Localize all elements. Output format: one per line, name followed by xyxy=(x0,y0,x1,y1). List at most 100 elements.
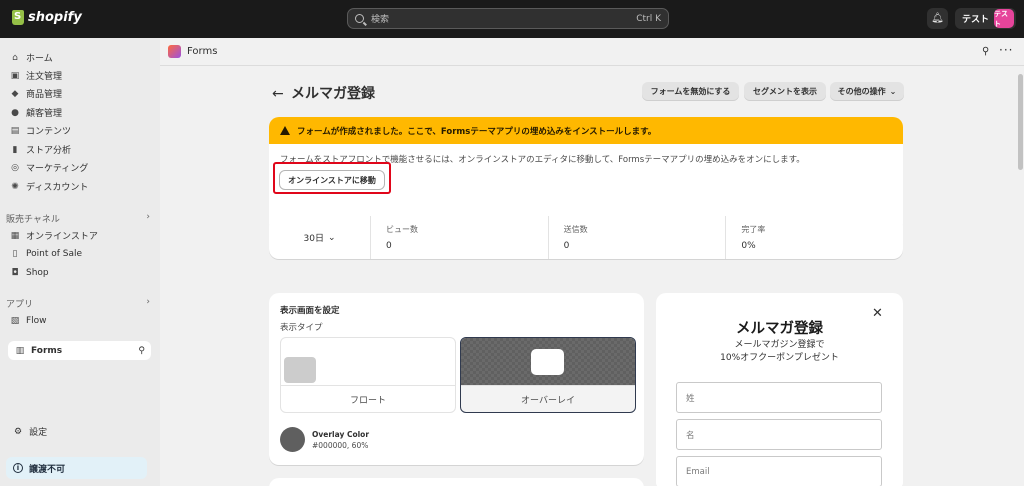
shopify-bag-icon xyxy=(12,10,24,25)
back-arrow-icon[interactable]: ← xyxy=(272,86,284,102)
more-actions-label: その他の操作 xyxy=(837,87,886,96)
option-float[interactable]: フロート xyxy=(280,337,456,413)
stat-views: ビュー数 0 xyxy=(371,216,549,259)
info-icon: i xyxy=(13,463,23,473)
forms-icon: ▥ xyxy=(15,345,25,356)
period-selector[interactable]: 30日 ⌄ xyxy=(269,216,371,259)
stat-submissions: 送信数 0 xyxy=(549,216,727,259)
flow-icon: ▧ xyxy=(10,315,20,326)
next-card xyxy=(269,478,644,486)
sidebar-item-label: マーケティング xyxy=(26,164,89,174)
gear-icon: ⚙ xyxy=(14,426,23,437)
sidebar-item-label: 商品管理 xyxy=(26,90,63,100)
overlay-color-value: #000000, 60% xyxy=(312,441,369,450)
overlay-color-label: Overlay Color xyxy=(312,430,370,439)
sidebar-item-label: Point of Sale xyxy=(26,248,83,259)
tag-icon: ◆ xyxy=(11,88,19,99)
top-bar: shopify 検索 Ctrl K 🔔︎ テスト テスト xyxy=(0,0,1024,38)
apps-header[interactable]: アプリ › xyxy=(6,297,150,310)
chevron-down-icon: ⌄ xyxy=(327,232,336,243)
shopify-logo[interactable]: shopify xyxy=(12,10,82,25)
forms-app-icon xyxy=(168,45,181,58)
sales-channels-header[interactable]: 販売チャネル › xyxy=(6,212,150,225)
pin-icon[interactable]: ⚲ xyxy=(138,346,145,356)
display-settings-card: 表示画面を設定 表示タイプ フロート オーバーレイ Overlay Color … xyxy=(269,293,644,465)
sidebar-item-forms[interactable]: ▥ Forms ⚲ xyxy=(8,341,151,360)
sidebar-item-pos[interactable]: ▯ Point of Sale xyxy=(10,245,83,262)
store-icon: ▦ xyxy=(10,230,20,241)
preview-subtitle-line: メールマガジン登録で xyxy=(734,340,825,350)
app-header: Forms ⚲ ··· xyxy=(160,38,1024,66)
sidebar-item-label: Shop xyxy=(26,267,49,278)
stat-label: 完了率 xyxy=(741,225,766,234)
non-transferable-notice[interactable]: i 譲渡不可 xyxy=(6,457,147,479)
chevron-right-icon: › xyxy=(146,297,150,307)
sidebar-item-label: 注文管理 xyxy=(26,72,63,82)
sidebar-item-discounts[interactable]: ✺ ディスカウント xyxy=(10,178,88,195)
stat-value: 0% xyxy=(741,241,756,251)
form-preview: ✕ メルマガ登録 メールマガジン登録で 10%オフクーポンプレゼント 姓 名 E… xyxy=(656,293,903,486)
chevron-down-icon: ⌄ xyxy=(889,87,897,96)
email-field[interactable]: Email xyxy=(676,456,882,486)
sidebar: ⌂ ホーム ▣ 注文管理 ◆ 商品管理 ● 顧客管理 ▤ コンテンツ ▮ ストア分析 ◎ マー… xyxy=(0,38,160,486)
overlay-preview xyxy=(461,338,635,386)
sidebar-item-home[interactable]: ⌂ ホーム xyxy=(10,49,53,66)
card-title: 表示画面を設定 xyxy=(280,306,340,316)
sidebar-item-content[interactable]: ▤ コンテンツ xyxy=(10,122,71,139)
search-input[interactable]: 検索 Ctrl K xyxy=(347,8,669,29)
first-name-field[interactable]: 名 xyxy=(676,419,882,450)
store-menu-button[interactable]: テスト テスト xyxy=(955,8,1016,29)
option-overlay[interactable]: オーバーレイ xyxy=(460,337,636,413)
overlay-shape xyxy=(531,349,564,375)
last-name-field[interactable]: 姓 xyxy=(676,382,882,413)
pos-icon: ▯ xyxy=(12,248,18,259)
sidebar-item-label: オンラインストア xyxy=(26,232,98,242)
notice-label: 譲渡不可 xyxy=(29,464,66,475)
home-icon: ⌂ xyxy=(12,52,18,63)
float-preview xyxy=(281,338,455,386)
scrollbar[interactable] xyxy=(1018,74,1023,170)
show-segment-button[interactable]: セグメントを表示 xyxy=(744,82,826,101)
more-icon[interactable]: ··· xyxy=(999,43,1013,57)
chart-icon: ▮ xyxy=(12,144,18,155)
preview-title: メルマガ登録 xyxy=(736,321,823,337)
shop-icon: ◘ xyxy=(11,267,19,278)
section-label: 販売チャネル xyxy=(6,215,60,225)
sidebar-item-label: 設定 xyxy=(29,428,48,438)
sidebar-item-marketing[interactable]: ◎ マーケティング xyxy=(10,159,88,176)
option-label: フロート xyxy=(349,395,386,406)
highlight-box xyxy=(273,162,391,194)
orders-icon: ▣ xyxy=(10,70,20,81)
banner-header: フォームが作成されました。ここで、Formsテーマアプリの埋め込みをインストール… xyxy=(269,117,903,144)
sidebar-item-settings[interactable]: ⚙ 設定 xyxy=(14,425,48,439)
section-label: アプリ xyxy=(6,300,34,310)
sidebar-item-online-store[interactable]: ▦ オンラインストア xyxy=(10,227,98,244)
stats-card: 30日 ⌄ ビュー数 0 送信数 0 完了率 0% xyxy=(269,216,903,259)
stat-value: 0 xyxy=(386,241,392,251)
period-label: 30日 xyxy=(303,234,324,244)
warning-icon xyxy=(280,126,290,135)
more-actions-button[interactable]: その他の操作 ⌄ xyxy=(830,82,904,101)
page-title: メルマガ登録 xyxy=(291,86,375,102)
sidebar-item-orders[interactable]: ▣ 注文管理 xyxy=(10,67,62,84)
sidebar-item-label: ホーム xyxy=(26,54,53,64)
pin-icon[interactable]: ⚲ xyxy=(982,46,989,57)
disable-form-button[interactable]: フォームを無効にする xyxy=(642,82,739,101)
content-icon: ▤ xyxy=(10,125,20,136)
sidebar-item-customers[interactable]: ● 顧客管理 xyxy=(10,104,62,121)
target-icon: ◎ xyxy=(11,162,19,173)
stat-label: 送信数 xyxy=(563,225,588,234)
overlay-color-swatch[interactable] xyxy=(280,427,305,452)
store-name: テスト xyxy=(962,15,990,25)
sidebar-item-products[interactable]: ◆ 商品管理 xyxy=(10,85,62,102)
bell-icon[interactable]: 🔔︎ xyxy=(927,8,948,29)
preview-subtitle-line: 10%オフクーポンプレゼント xyxy=(720,353,839,363)
sidebar-item-label: 顧客管理 xyxy=(26,109,63,119)
option-label: オーバーレイ xyxy=(521,395,575,406)
stat-label: ビュー数 xyxy=(386,225,418,234)
person-icon: ● xyxy=(11,107,19,118)
sidebar-item-shop[interactable]: ◘ Shop xyxy=(10,264,49,281)
preview-subtitle: メールマガジン登録で 10%オフクーポンプレゼント xyxy=(656,339,903,365)
sidebar-item-flow[interactable]: ▧ Flow xyxy=(10,312,47,329)
sidebar-item-analytics[interactable]: ▮ ストア分析 xyxy=(10,141,72,158)
